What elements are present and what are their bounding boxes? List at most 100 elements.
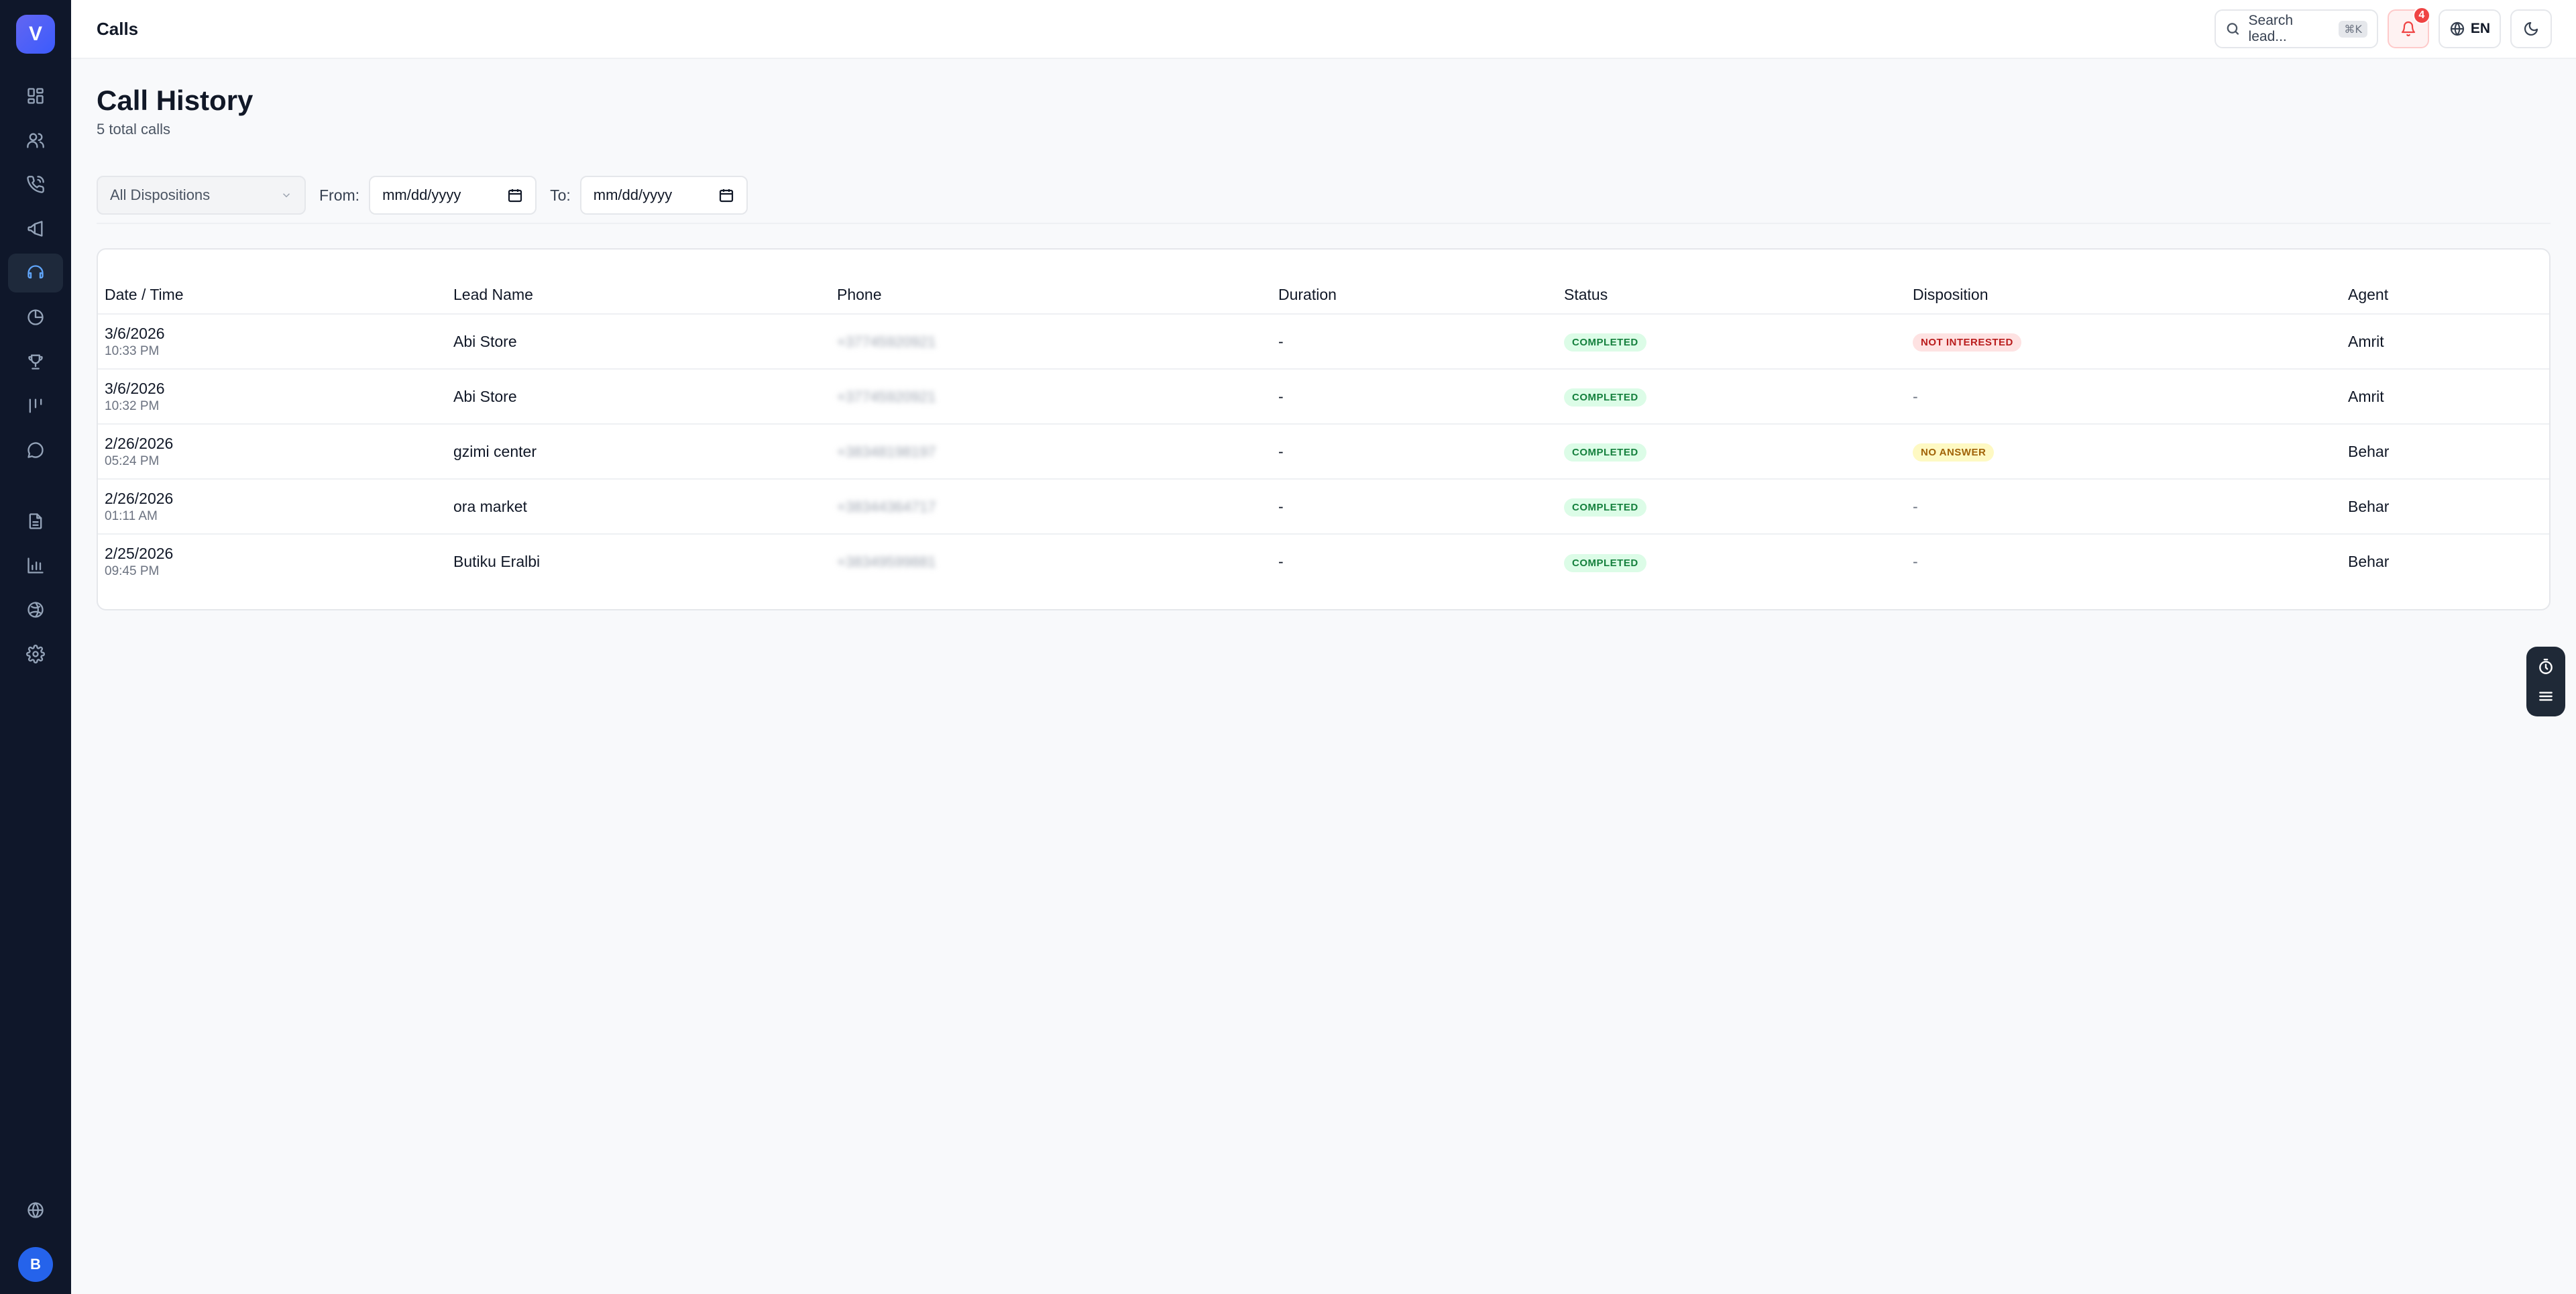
page-header-title: Calls [97, 18, 139, 39]
calendar-icon[interactable] [718, 187, 734, 203]
search-button[interactable]: Search lead... ⌘K [2214, 9, 2378, 48]
status-badge: COMPLETED [1564, 498, 1646, 517]
column-header-lead[interactable]: Lead Name [447, 278, 830, 315]
sidebar-item-leads[interactable] [8, 121, 63, 160]
column-header-agent[interactable]: Agent [2341, 278, 2549, 315]
status-badge: COMPLETED [1564, 443, 1646, 462]
settings-icon [26, 645, 45, 663]
call-duration: - [1272, 314, 1557, 370]
call-time: 01:11 AM [105, 508, 158, 523]
chevron-down-icon [282, 193, 290, 198]
top-header: Calls Search lead... ⌘K 4 EN [71, 0, 2576, 59]
call-duration: - [1272, 424, 1557, 480]
disposition-empty: - [1906, 479, 2341, 535]
from-date-input[interactable]: mm/dd/yyyy [369, 176, 537, 215]
theme-toggle-button[interactable] [2510, 9, 2552, 48]
column-header-phone[interactable]: Phone [830, 278, 1272, 315]
language-button[interactable]: EN [2438, 9, 2501, 48]
sidebar-item-dashboard[interactable] [8, 76, 63, 115]
sidebar-nav [0, 76, 71, 679]
disposition-empty: - [1906, 369, 2341, 425]
agent-name: Behar [2341, 424, 2549, 480]
sidebar-item-campaigns[interactable] [8, 209, 63, 248]
sidebar-item-reports[interactable] [8, 546, 63, 585]
sidebar-item-documents[interactable] [8, 502, 63, 541]
call-duration: - [1278, 553, 1284, 570]
sidebar-item-settings[interactable] [8, 635, 63, 673]
table-row[interactable]: 3/6/2026 10:33 PM Abi Store +37745920921 … [98, 314, 2549, 370]
call-time: 09:45 PM [105, 564, 160, 578]
floating-dialer-widget [2526, 647, 2565, 716]
call-time: 05:24 PM [105, 453, 160, 468]
column-header-status[interactable]: Status [1557, 278, 1906, 315]
chat-icon [27, 442, 44, 458]
call-date: 2/25/2026 [105, 545, 174, 562]
agent-name: Amrit [2341, 369, 2549, 425]
pipeline-icon [29, 398, 42, 413]
table-row[interactable]: 2/26/2026 01:11 AM ora market +3834436471… [98, 479, 2549, 535]
call-time: 10:33 PM [105, 343, 160, 358]
lead-name[interactable]: Abi Store [447, 369, 830, 425]
app-logo[interactable]: V [16, 15, 55, 54]
clock-icon [27, 309, 44, 325]
timer-icon[interactable] [2537, 658, 2555, 676]
call-date: 3/6/2026 [105, 379, 165, 397]
lead-name[interactable]: ora market [447, 479, 830, 535]
trophy-icon [28, 354, 43, 370]
phone-number: +37745920921 [837, 333, 936, 350]
phone-number: +38344364717 [837, 498, 936, 515]
page-title: Call History [97, 85, 254, 116]
user-avatar[interactable]: B [18, 1247, 53, 1282]
headset-icon [27, 265, 44, 279]
column-header-duration[interactable]: Duration [1272, 278, 1557, 315]
sidebar-item-leaderboard[interactable] [8, 342, 63, 381]
call-date: 2/26/2026 [105, 434, 174, 452]
total-calls-count: 5 total calls [97, 121, 171, 138]
sidebar-item-language[interactable] [8, 1191, 63, 1230]
table-row[interactable]: 2/25/2026 09:45 PM Butiku Eralbi +3834959… [98, 534, 2549, 589]
table-row[interactable]: 2/26/2026 05:24 PM gzimi center +38348198… [98, 424, 2549, 480]
disposition-empty: - [1913, 553, 1918, 570]
lead-name[interactable]: gzimi center [447, 424, 830, 480]
calendar-icon[interactable] [507, 187, 523, 203]
search-shortcut: ⌘K [2339, 20, 2367, 38]
from-label: From: [319, 186, 360, 204]
call-time: 10:32 PM [105, 398, 160, 413]
moon-icon [2524, 21, 2538, 36]
list-icon[interactable] [2537, 688, 2555, 705]
call-duration: - [1272, 479, 1557, 535]
sidebar-item-messages[interactable] [8, 431, 63, 470]
agent-name: Behar [2341, 479, 2549, 535]
disposition-select-value: All Dispositions [110, 186, 211, 203]
status-badge: COMPLETED [1564, 553, 1646, 572]
disposition-badge: NOT INTERESTED [1913, 333, 2021, 352]
to-label: To: [550, 186, 571, 204]
disposition-select[interactable]: All Dispositions [97, 176, 306, 215]
lead-name[interactable]: Abi Store [447, 314, 830, 370]
document-icon [29, 513, 42, 529]
call-date: 2/26/2026 [105, 489, 174, 507]
bar-chart-icon [27, 557, 44, 574]
globe-icon [27, 1202, 44, 1218]
lead-name[interactable]: Butiku Eralbi [447, 534, 830, 589]
filter-bar: All Dispositions From: mm/dd/yyyy To: mm… [97, 176, 2551, 215]
sidebar-item-pipeline[interactable] [8, 386, 63, 425]
sidebar-item-history[interactable] [8, 298, 63, 337]
megaphone-icon [27, 221, 43, 237]
column-header-date[interactable]: Date / Time [98, 278, 447, 315]
sidebar-item-dialer[interactable] [8, 165, 63, 204]
status-badge: COMPLETED [1564, 388, 1646, 407]
to-date-input[interactable]: mm/dd/yyyy [579, 176, 748, 215]
sidebar-item-integrations[interactable] [8, 590, 63, 629]
notifications-button[interactable]: 4 [2387, 7, 2430, 48]
column-header-disposition[interactable]: Disposition [1906, 278, 2341, 315]
sidebar-item-calls[interactable] [8, 254, 63, 292]
sidebar: V B [0, 0, 71, 1294]
globe-icon [2450, 21, 2464, 36]
call-date: 3/6/2026 [105, 324, 165, 342]
main-content: Call History 5 total calls All Dispositi… [97, 59, 2551, 610]
dashboard-icon [27, 88, 44, 104]
table-row[interactable]: 3/6/2026 10:32 PM Abi Store +37745920921 … [98, 369, 2549, 425]
status-badge: COMPLETED [1564, 333, 1646, 352]
search-icon [2227, 23, 2239, 35]
